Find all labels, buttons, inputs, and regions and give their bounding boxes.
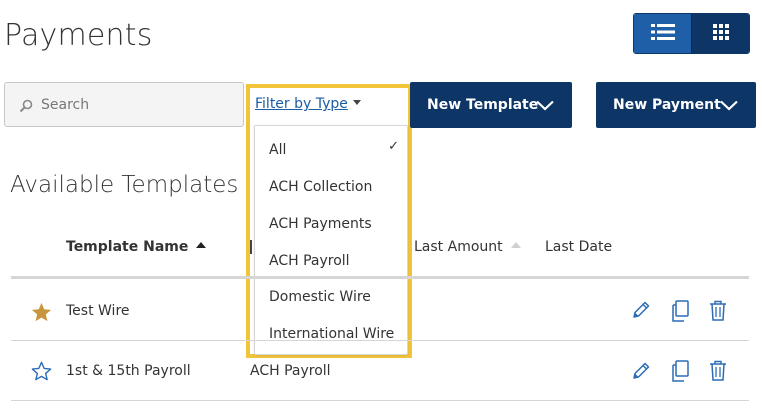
trash-icon[interactable] [709,360,727,385]
row-divider [11,400,749,401]
filter-option-label: ACH Payroll [269,253,350,269]
filter-option-ach-payroll[interactable]: ACH Payroll [255,246,407,276]
chevron-down-icon [720,99,738,115]
column-header-label: Last Date [545,239,613,255]
template-name[interactable]: Test Wire [66,303,130,319]
search-box [4,82,244,127]
view-toggle [633,13,750,54]
new-template-label: New Template [427,97,539,113]
column-header-label: Template Name [66,239,189,255]
copy-icon[interactable] [670,300,690,326]
filter-trigger-label: Filter by Type [255,96,348,112]
column-header-label: Last Amount [414,239,503,255]
column-header-template-name[interactable]: Template Name [66,239,207,255]
page-title: Payments [4,18,153,53]
filter-option-label: ACH Payments [269,216,372,232]
checkmark-icon: ✓ [388,139,399,154]
grid-view-button[interactable] [691,14,749,53]
column-header-last-date[interactable]: Last Date [545,239,612,255]
section-title: Available Templates [10,172,239,198]
new-payment-label: New Payment [613,97,721,113]
search-icon [19,98,33,117]
sort-icon [510,242,521,248]
edit-pencil-icon[interactable] [631,361,651,385]
chevron-down-icon [536,99,554,115]
filter-option-label: ACH Collection [269,179,373,195]
new-template-button[interactable]: New Template [410,82,572,128]
filter-option-all[interactable]: All ✓ [255,135,407,165]
copy-icon[interactable] [670,360,690,386]
template-type: ACH Payroll [250,363,331,379]
search-input[interactable] [5,83,243,126]
caret-down-icon [352,99,361,105]
edit-pencil-icon[interactable] [631,300,651,324]
table-row: Test Wire [11,283,749,341]
list-icon [650,23,675,45]
filter-by-type-link[interactable]: Filter by Type [255,96,361,112]
filter-option-ach-collection[interactable]: ACH Collection [255,172,407,202]
sort-ascending-icon [196,242,207,248]
template-name[interactable]: 1st & 15th Payroll [66,363,191,379]
star-filled-icon[interactable] [31,302,52,326]
star-outline-icon[interactable] [31,361,52,385]
column-header-type-fragment [250,239,252,254]
grid-icon [712,23,729,44]
filter-option-label: All [269,142,287,158]
column-header-last-amount[interactable]: Last Amount [414,239,521,255]
table-row: 1st & 15th Payroll ACH Payroll [11,341,749,399]
filter-option-ach-payments[interactable]: ACH Payments [255,209,407,239]
trash-icon[interactable] [709,300,727,325]
new-payment-button[interactable]: New Payment [596,82,756,128]
header-divider [11,276,749,279]
list-view-button[interactable] [634,14,691,53]
